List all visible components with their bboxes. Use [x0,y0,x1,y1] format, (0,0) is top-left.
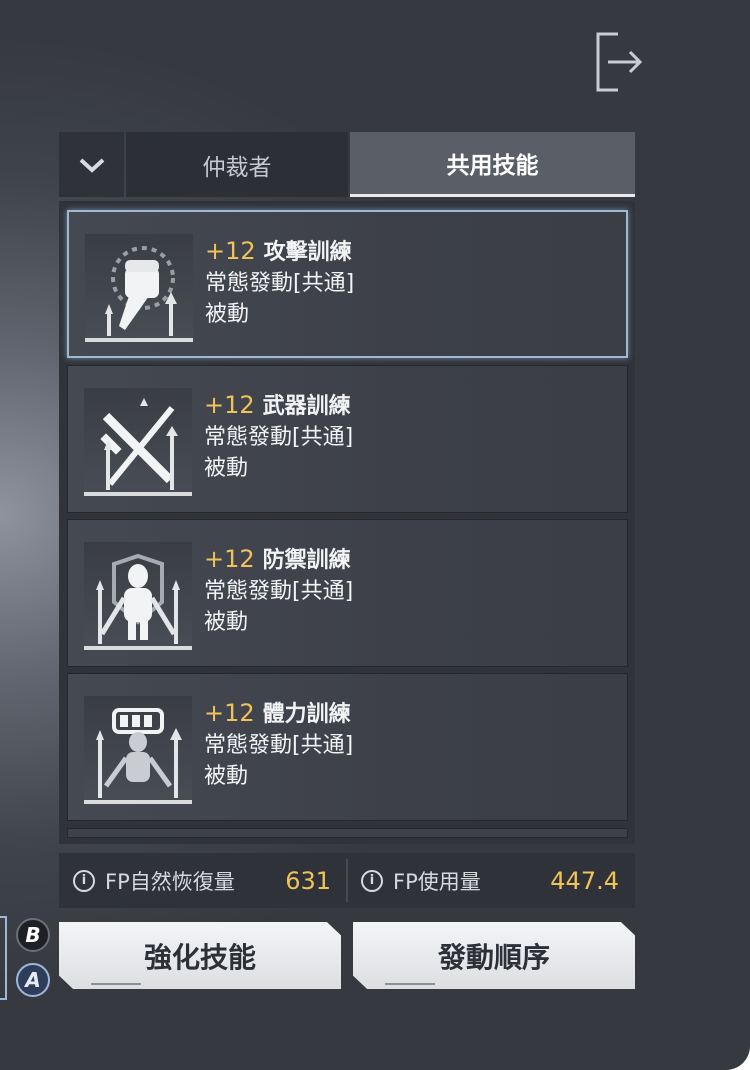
skill-card-attack-training[interactable]: +12 攻擊訓練 常態發動[共通] 被動 [67,210,628,358]
skill-card-stamina-training[interactable]: +12 體力訓練 常態發動[共通] 被動 [67,673,628,821]
skill-name: 體力訓練 [262,702,351,727]
skill-name: 武器訓練 [262,394,351,419]
skill-level: +12 [204,545,255,573]
info-icon: i [73,869,95,892]
skill-level: +12 [205,237,256,265]
button-underline [91,983,141,985]
skill-type: 被動 [205,302,250,327]
chevron-down-icon [79,158,104,173]
fp-recover-label: FP自然恢復量 [105,869,235,894]
tab-arbiter[interactable]: 仲裁者 [126,132,348,197]
skill-name: 防禦訓練 [262,548,351,573]
skill-text: +12 攻擊訓練 常態發動[共通] 被動 [205,236,354,330]
tab-bar: 仲裁者 共用技能 [59,132,635,197]
fp-recover-stat[interactable]: i FP自然恢復量 631 [73,853,343,908]
exit-button[interactable] [594,32,644,92]
skill-card-weapon-training[interactable]: +12 武器訓練 常態發動[共通] 被動 [67,365,628,513]
skill-text: +12 武器訓練 常態發動[共通] 被動 [204,390,353,484]
skill-level: +12 [204,699,255,727]
activation-order-button[interactable]: 發動順序 [353,922,635,989]
activation-order-label: 發動順序 [437,940,550,974]
skill-type: 被動 [204,764,249,789]
enhance-skill-button[interactable]: 強化技能 [59,922,341,989]
tab-dropdown-button[interactable] [59,132,124,197]
fp-use-value: 447.4 [550,866,619,895]
edge-marker [0,916,7,1000]
tab-common-skills[interactable]: 共用技能 [350,132,635,197]
skill-type: 被動 [204,456,249,481]
skill-text: +12 防禦訓練 常態發動[共通] 被動 [204,544,353,638]
exit-arrow-icon [596,32,643,92]
skill-trigger: 常態發動[共通] [204,579,354,604]
skill-trigger: 常態發動[共通] [204,733,354,758]
fp-use-stat[interactable]: i FP使用量 447.4 [361,853,631,908]
skill-type: 被動 [204,610,249,635]
skills-panel: 仲裁者 共用技能 +12 攻擊訓練 常態發動[共通] 被動 +12 武器訓練 常… [0,0,750,1070]
battery-body-icon [84,696,192,804]
skill-text: +12 體力訓練 常態發動[共通] 被動 [204,698,353,792]
skill-card-partial [67,828,628,838]
info-icon: i [361,869,383,892]
armor-shield-icon [84,542,192,650]
fp-use-label: FP使用量 [393,869,481,894]
skill-name: 攻擊訓練 [263,240,352,265]
button-underline [385,983,435,985]
skill-level: +12 [204,391,255,419]
b-button-icon: B [16,918,50,952]
a-button-icon: A [16,963,50,997]
fp-recover-value: 631 [285,866,331,895]
skill-card-defense-training[interactable]: +12 防禦訓練 常態發動[共通] 被動 [67,519,628,667]
fist-icon [85,234,193,342]
divider [346,859,348,902]
fp-status-bar: i FP自然恢復量 631 i FP使用量 447.4 [59,853,635,908]
enhance-skill-label: 強化技能 [143,940,256,974]
crossed-weapons-icon [84,388,192,496]
skill-trigger: 常態發動[共通] [205,271,355,296]
skill-list[interactable]: +12 攻擊訓練 常態發動[共通] 被動 +12 武器訓練 常態發動[共通] 被… [59,201,635,844]
skill-trigger: 常態發動[共通] [204,425,354,450]
